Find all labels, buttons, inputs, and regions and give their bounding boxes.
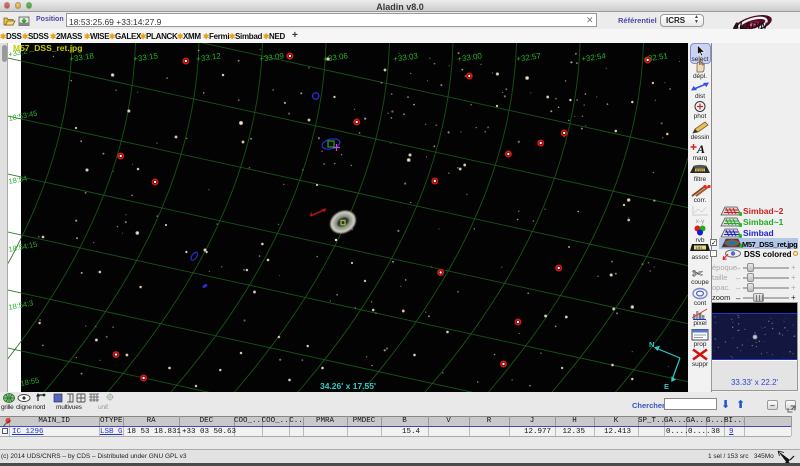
svg-text:101: 101: [696, 247, 704, 251]
svg-text:34.26' x 17.55': 34.26' x 17.55': [320, 381, 376, 391]
svg-text:✄: ✄: [692, 266, 703, 279]
svg-text:A: A: [696, 142, 705, 155]
svg-text:M57_DSS_ret.jpg: M57_DSS_ret.jpg: [13, 43, 82, 53]
svg-text:E: E: [664, 382, 669, 391]
svg-text:N: N: [649, 340, 654, 349]
svg-text:0101: 0101: [696, 169, 704, 173]
